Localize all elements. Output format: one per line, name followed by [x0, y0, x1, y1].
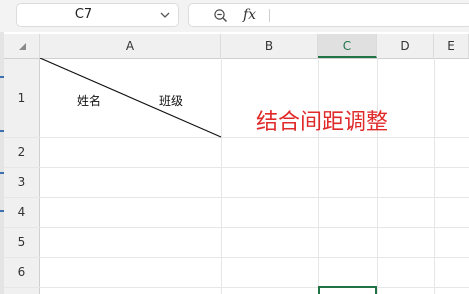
column-header-a[interactable]: A — [40, 34, 221, 58]
annotation-text: 结合间距调整 — [256, 110, 389, 135]
row-header-4[interactable]: 4 — [4, 197, 40, 227]
grid-line — [318, 58, 319, 294]
row-header-5[interactable]: 5 — [4, 227, 40, 257]
selected-cell-c7[interactable] — [318, 286, 377, 294]
row-header-3[interactable]: 3 — [4, 167, 40, 197]
grid-line — [4, 227, 469, 228]
row-header-2[interactable]: 2 — [4, 137, 40, 167]
formula-bar[interactable]: fx — [188, 3, 469, 27]
cell-a1-right-label[interactable]: 班级 — [159, 92, 183, 109]
column-header-d[interactable]: D — [377, 34, 434, 58]
cell-a1-left-label[interactable]: 姓名 — [77, 92, 101, 109]
cell-a1-diagonal-border — [40, 58, 222, 138]
grid-line — [434, 58, 435, 294]
formula-toolbar: C7 fx — [0, 0, 469, 32]
column-header-b[interactable]: B — [221, 34, 318, 58]
grid-line — [377, 58, 378, 294]
grid-line — [4, 287, 469, 288]
row-header-1[interactable]: 1 — [4, 59, 40, 137]
column-header-e[interactable]: E — [434, 34, 469, 58]
name-box[interactable]: C7 — [16, 3, 179, 27]
chevron-down-icon[interactable] — [158, 4, 172, 32]
zoom-out-icon[interactable] — [213, 8, 229, 24]
row-header-6[interactable]: 6 — [4, 257, 40, 287]
fx-icon[interactable]: fx — [243, 4, 256, 26]
grid-line — [4, 257, 469, 258]
grid-line — [4, 167, 469, 168]
grid-line — [4, 197, 469, 198]
name-box-value: C7 — [74, 7, 93, 22]
select-all-corner[interactable] — [4, 34, 40, 58]
formula-separator — [269, 9, 270, 22]
row-header-7[interactable] — [4, 287, 40, 294]
column-header-c[interactable]: C — [318, 34, 377, 58]
